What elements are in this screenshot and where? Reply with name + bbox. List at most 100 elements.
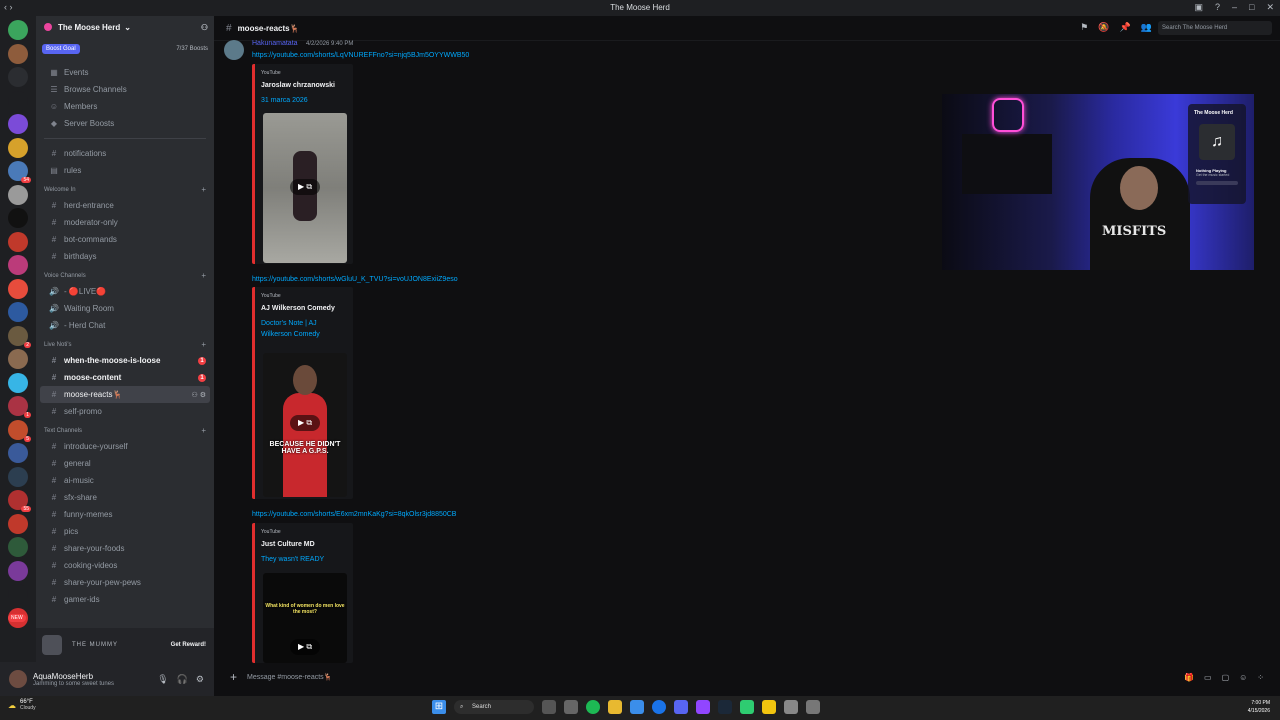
boost-goal-bar[interactable]: Boost Goal 7/37 Boosts [42,40,208,58]
search-input[interactable]: Search The Moose Herd [1158,21,1272,35]
emoji-icon[interactable]: ☺ [1239,673,1247,682]
gif-icon[interactable]: ▭ [1204,673,1212,682]
sidebar-item-events[interactable]: ▦ Events [40,64,210,81]
video-thumbnail[interactable]: ▶ ⧉ BECAUSE HE DIDN'T HAVE A G.P.S. [263,353,347,497]
channel-item[interactable]: # when-the-moose-is-loose 1 [40,352,210,369]
server-icon[interactable] [8,255,28,275]
embed-author[interactable]: Just Culture MD [261,541,353,548]
windows-start-icon[interactable]: ⊞ [432,700,446,714]
sidebar-item-server-boosts[interactable]: ◆ Server Boosts [40,115,210,132]
server-icon[interactable] [8,67,28,87]
avatar[interactable] [224,40,244,60]
app-icon[interactable] [740,700,754,714]
server-icon[interactable]: 55 [8,490,31,512]
channel-item[interactable]: # gamer-ids [40,591,210,608]
server-icon[interactable]: 54 [8,161,31,183]
server-icon[interactable] [8,90,28,111]
embed-author[interactable]: Jaroslaw chrzanowski [261,82,353,89]
embed-title[interactable]: They wasn't READY [261,554,347,565]
channel-item[interactable]: # moose-content 1 [40,369,210,386]
server-icon[interactable] [8,560,28,581]
message-link[interactable]: https://youtube.com/shorts/LqVNUREFFno?s… [252,52,469,59]
notification-settings-icon[interactable]: 🔕 [1098,22,1109,33]
server-icon[interactable] [8,537,28,557]
headphones-icon[interactable]: 🎧 [177,674,188,685]
close-button[interactable]: ✕ [1266,2,1274,13]
message-input[interactable]: Message #moose-reacts🦌 [247,673,332,681]
play-icon[interactable]: ▶ ⧉ [290,415,320,431]
weather-widget[interactable]: ☁ 66°F Cloudy [8,699,36,711]
spotify-icon[interactable] [586,700,600,714]
channel-category[interactable]: Welcome In + [36,182,214,197]
channel-item[interactable]: # moose-reacts🦌 ⚇ ⚙ [40,386,210,403]
channel-category[interactable]: Text Channels + [36,423,214,438]
server-icon[interactable]: 5 [8,419,31,442]
video-thumbnail[interactable]: ▶ ⧉ [263,113,347,263]
channel-item[interactable]: 🔊 - 🔴LIVE🔴 [40,283,210,300]
twitch-icon[interactable] [696,700,710,714]
channel-item[interactable]: # share-your-foods [40,540,210,557]
server-icon[interactable] [8,137,28,158]
app-icon[interactable] [762,700,776,714]
pin-icon[interactable]: 📌 [1120,22,1131,33]
camera-icon[interactable] [806,700,820,714]
channel-item[interactable]: # general [40,455,210,472]
server-icon[interactable] [8,513,28,534]
sidebar-item-members[interactable]: ☺ Members [40,98,210,115]
channel-item[interactable]: # sfx-share [40,489,210,506]
embed-title[interactable]: Doctor's Note | AJ Wilkerson Comedy [261,318,347,340]
stream-preview[interactable]: MISFITS The Moose Herd ♫ Nothing Playing… [942,94,1254,270]
apps-icon[interactable]: ⁘ [1257,673,1264,682]
embed-title[interactable]: 31 marca 2026 [261,95,347,106]
play-icon[interactable]: ▶ ⧉ [290,639,320,655]
channel-settings-icon[interactable]: ⚇ ⚙ [192,391,207,399]
microphone-icon[interactable]: 🎙 [157,674,168,685]
server-icon[interactable] [8,20,28,40]
server-icon[interactable] [8,184,28,205]
channel-item[interactable]: # ai-music [40,472,210,489]
invite-icon[interactable]: ⚇ [201,23,208,32]
steam-icon[interactable] [718,700,732,714]
server-icon[interactable] [8,372,28,393]
embed-author[interactable]: AJ Wilkerson Comedy [261,305,353,312]
app-icon[interactable] [564,700,578,714]
app-icon[interactable] [784,700,798,714]
server-icon[interactable] [8,43,28,64]
server-icon[interactable] [8,278,28,299]
server-icon[interactable] [8,349,28,369]
maximize-button[interactable]: □ [1249,2,1254,13]
file-explorer-icon[interactable] [608,700,622,714]
channel-item[interactable]: # share-your-pew-pews [40,574,210,591]
guild-header[interactable]: The Moose Herd ⌄ ⚇ [36,16,214,38]
task-view-icon[interactable] [542,700,556,714]
channel-item[interactable]: 🔊 - Herd Chat [40,317,210,334]
edge-icon[interactable] [652,700,666,714]
server-icon[interactable] [8,302,28,322]
add-attachment-icon[interactable]: + [230,670,237,684]
channel-category[interactable]: Live Noti's + [36,337,214,352]
username[interactable]: AquaMooseHerb [33,672,114,681]
channel-item[interactable]: # birthdays [40,248,210,265]
server-icon[interactable] [8,114,28,134]
server-icon[interactable]: 2 [8,325,31,348]
message-composer[interactable]: + Message #moose-reacts🦌 🎁 ▭ ▢ ☺ ⁘ [222,664,1272,690]
add-channel-icon[interactable]: + [201,340,206,349]
add-channel-icon[interactable]: + [201,185,206,194]
channel-item[interactable]: # pics [40,523,210,540]
add-channel-icon[interactable]: + [201,426,206,435]
gift-icon[interactable]: 🎁 [1184,673,1194,682]
add-channel-icon[interactable]: + [201,271,206,280]
server-icon[interactable] [8,466,28,487]
sidebar-item-browse-channels[interactable]: ☰ Browse Channels [40,81,210,98]
channel-item[interactable]: # introduce-yourself [40,438,210,455]
server-icon[interactable] [8,443,28,463]
threads-icon[interactable]: ⚑ [1080,22,1088,33]
minimize-button[interactable]: – [1232,2,1237,13]
help-icon[interactable]: ? [1215,2,1220,13]
promo-banner[interactable]: THE MUMMY Get Reward! [36,628,214,662]
server-icon[interactable] [8,208,28,228]
video-thumbnail[interactable]: What kind of women do men love the most?… [263,573,347,663]
get-reward-button[interactable]: Get Reward! [171,642,206,648]
member-list-icon[interactable]: 👥 [1141,22,1152,33]
channel-item[interactable]: # herd-entrance [40,197,210,214]
